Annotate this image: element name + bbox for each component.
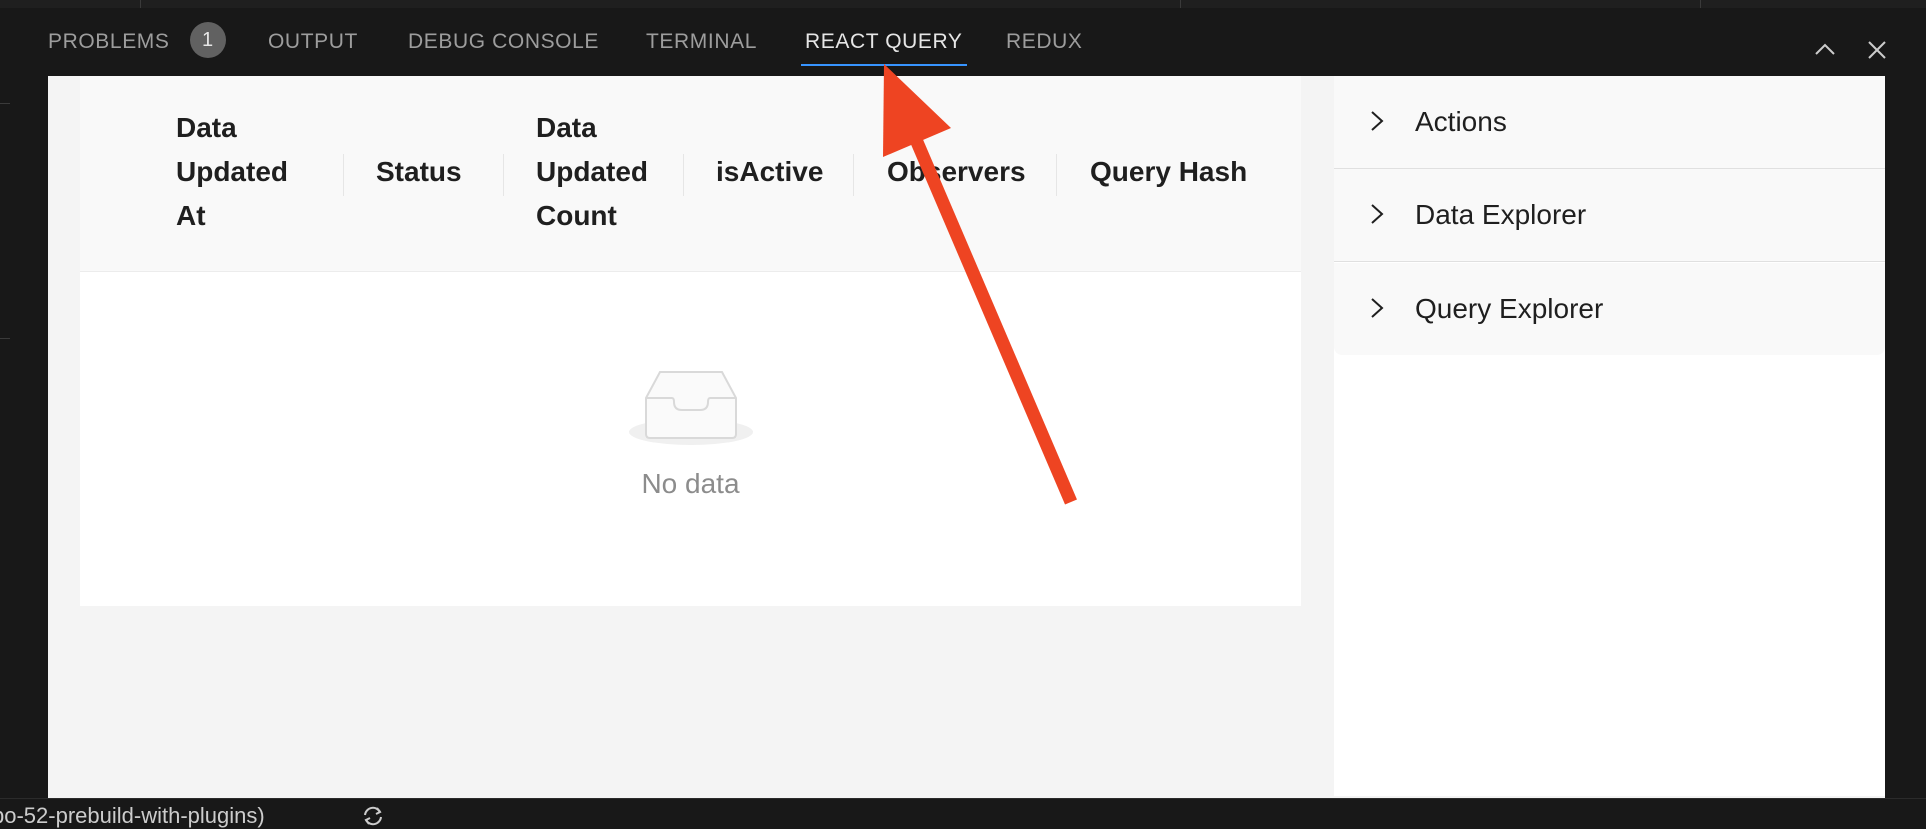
column-divider — [683, 154, 684, 196]
editor-divider — [1700, 0, 1701, 8]
chevron-up-icon[interactable] — [1811, 36, 1839, 64]
column-header-observers[interactable]: Observers — [887, 150, 1026, 194]
column-header-data-updated-count[interactable]: Data Updated Count — [536, 106, 648, 238]
branch-name[interactable]: po-52-prebuild-with-plugins) — [0, 803, 265, 829]
tab-terminal[interactable]: TERMINAL — [646, 30, 757, 70]
tab-problems[interactable]: PROBLEMS 1 — [48, 22, 226, 70]
tab-debug-console[interactable]: DEBUG CONSOLE — [408, 30, 599, 70]
column-header-data-updated-at[interactable]: Data Updated At — [176, 106, 288, 238]
tab-label: PROBLEMS — [48, 30, 170, 53]
header-line: isActive — [716, 156, 824, 187]
empty-state-text: No data — [641, 468, 740, 499]
editor-area-remnant — [0, 0, 1926, 8]
column-header-isactive[interactable]: isActive — [716, 150, 823, 194]
column-divider — [343, 154, 344, 196]
tab-redux[interactable]: REDUX — [1006, 30, 1083, 70]
gutter-line — [0, 103, 10, 104]
header-line: Query Hash — [1090, 156, 1248, 187]
editor-divider — [1180, 0, 1181, 8]
react-query-webview: Data Updated At Status Data Updated Coun… — [48, 76, 1885, 798]
header-line: Count — [536, 200, 617, 231]
editor-gutter — [0, 8, 48, 798]
gutter-line — [0, 338, 10, 339]
tab-label: DEBUG CONSOLE — [408, 30, 600, 53]
column-divider — [853, 154, 854, 196]
header-line: At — [176, 200, 206, 231]
panel-tab-bar: PROBLEMS 1 OUTPUT DEBUG CONSOLE TERMINAL… — [0, 8, 1926, 76]
chevron-right-icon — [1371, 111, 1384, 131]
editor-divider — [140, 0, 141, 8]
tab-label: REDUX — [1006, 30, 1083, 53]
column-header-status[interactable]: Status — [376, 150, 462, 194]
inspector-sidebar: Actions Data Explorer Query Explorer — [1334, 76, 1885, 796]
close-icon[interactable] — [1863, 36, 1891, 64]
tab-output[interactable]: OUTPUT — [268, 30, 358, 70]
header-line: Data — [176, 112, 237, 143]
collapse-label: Data Explorer — [1415, 199, 1587, 230]
header-line: Observers — [887, 156, 1026, 187]
tab-label: TERMINAL — [646, 30, 757, 53]
tab-label: OUTPUT — [268, 30, 358, 53]
sync-icon[interactable] — [360, 805, 386, 827]
column-divider — [1056, 154, 1057, 196]
status-bar: po-52-prebuild-with-plugins) — [0, 798, 1926, 829]
header-line: Data — [536, 112, 597, 143]
tab-label: REACT QUERY — [805, 30, 963, 53]
collapse-label: Actions — [1415, 106, 1507, 137]
header-line: Updated — [536, 156, 648, 187]
column-divider — [503, 154, 504, 196]
collapse-query-explorer[interactable]: Query Explorer — [1334, 263, 1885, 355]
collapse-data-explorer[interactable]: Data Explorer — [1334, 169, 1885, 262]
tab-react-query[interactable]: REACT QUERY — [801, 30, 967, 70]
table-header: Data Updated At Status Data Updated Coun… — [80, 76, 1301, 272]
collapse-actions[interactable]: Actions — [1334, 76, 1885, 169]
collapse-label: Query Explorer — [1415, 293, 1604, 324]
column-header-query-hash[interactable]: Query Hash — [1090, 150, 1247, 194]
chevron-right-icon — [1371, 204, 1384, 224]
chevron-right-icon — [1371, 298, 1384, 318]
header-line: Status — [376, 156, 462, 187]
queries-table: Data Updated At Status Data Updated Coun… — [80, 76, 1301, 606]
header-line: Updated — [176, 156, 288, 187]
problems-count-badge: 1 — [189, 22, 226, 58]
inbox-icon — [629, 371, 753, 445]
